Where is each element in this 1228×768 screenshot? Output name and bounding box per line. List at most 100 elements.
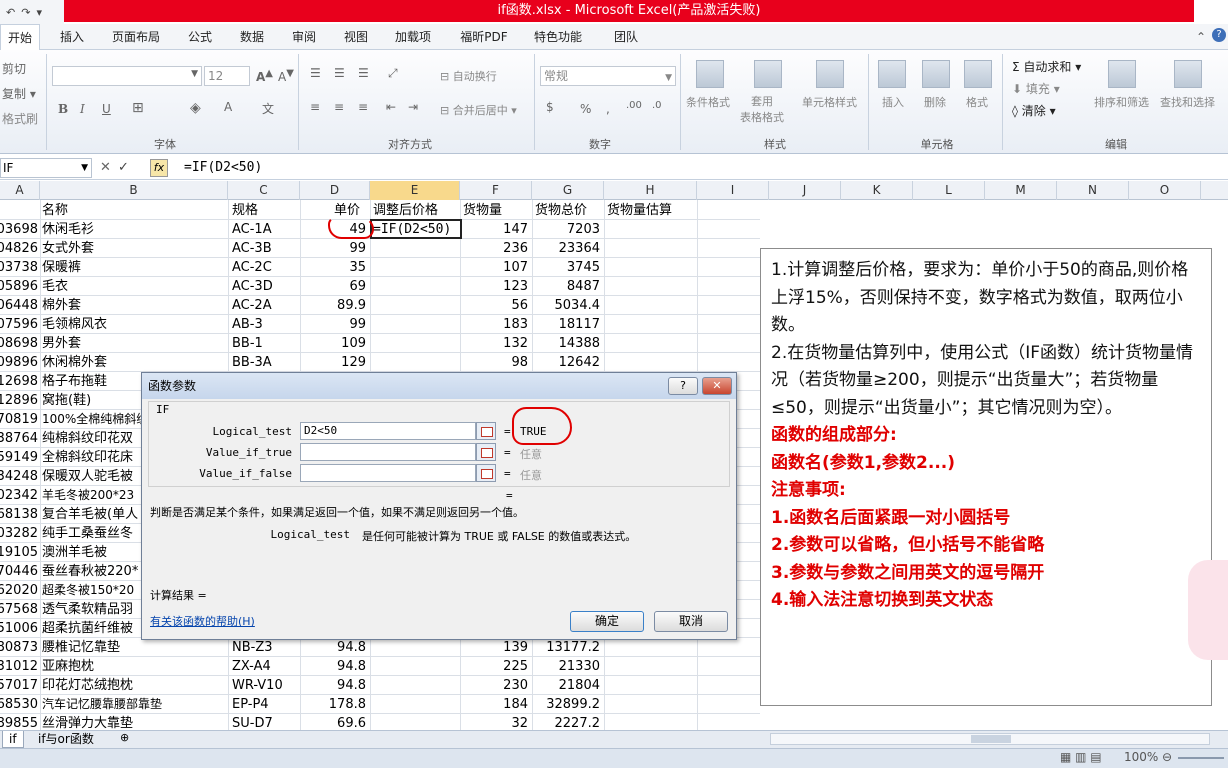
insert-cells-icon[interactable]	[878, 60, 906, 88]
find-select-button[interactable]: 查找和选择	[1160, 94, 1215, 110]
cell-styles-button[interactable]: 单元格样式	[802, 94, 857, 110]
bold-icon[interactable]: B	[58, 102, 68, 116]
column-header-h[interactable]: H	[604, 181, 697, 200]
cell-name[interactable]: 女式外套	[42, 239, 228, 258]
tab-addins[interactable]: 加载项	[388, 24, 438, 50]
column-header-l[interactable]: L	[913, 181, 985, 200]
cell-id[interactable]: 59149	[0, 448, 40, 467]
cell-adjusted-price[interactable]	[373, 334, 461, 353]
cell-name[interactable]: 汽车记忆腰靠腰部靠垫	[42, 695, 228, 714]
cell-quantity[interactable]: 132	[460, 334, 532, 353]
dialog-close-button[interactable]: ✕	[702, 377, 732, 395]
phonetic-icon[interactable]: 文	[262, 100, 274, 117]
table-format-icon[interactable]	[754, 60, 782, 88]
tab-view[interactable]: 视图	[336, 24, 376, 50]
cell-quantity[interactable]: 107	[460, 258, 532, 277]
cancel-button[interactable]: 取消	[654, 611, 728, 632]
cell-total-price[interactable]: 13177.2	[532, 638, 604, 657]
cell-total-price[interactable]: 3745	[532, 258, 604, 277]
cell-name[interactable]: 保暖裤	[42, 258, 228, 277]
format-cells-icon[interactable]	[964, 60, 992, 88]
scrollbar-thumb[interactable]	[971, 735, 1011, 743]
percent-icon[interactable]: %	[580, 102, 591, 116]
cell-quantity[interactable]: 98	[460, 353, 532, 372]
active-cell[interactable]	[370, 219, 462, 239]
column-header-b[interactable]: B	[40, 181, 228, 200]
header-adjusted-price[interactable]: 调整后价格	[373, 201, 438, 220]
insert-cells-button[interactable]: 插入	[882, 94, 904, 110]
sheet-tab-if-or[interactable]: if与or函数	[32, 731, 100, 748]
tab-home[interactable]: 开始	[0, 24, 40, 50]
cell-id[interactable]: 80873	[0, 638, 40, 657]
italic-icon[interactable]: I	[80, 102, 85, 116]
cell-id[interactable]: 31012	[0, 657, 40, 676]
cell-spec[interactable]: AC-2A	[232, 296, 300, 315]
qat-dropdown-icon[interactable]: ▾	[36, 6, 42, 19]
conditional-format-button[interactable]: 条件格式	[686, 94, 730, 110]
font-color-icon[interactable]: A	[224, 100, 232, 114]
cell-price[interactable]: 94.8	[300, 657, 370, 676]
wrap-text-button[interactable]: ⊟ 自动换行	[440, 68, 497, 84]
increase-indent-icon[interactable]: ⇥	[408, 100, 418, 114]
cell-spec[interactable]: AC-3D	[232, 277, 300, 296]
cell-total-price[interactable]: 7203	[532, 220, 604, 239]
cell-id[interactable]: 68530	[0, 695, 40, 714]
column-header-g[interactable]: G	[532, 181, 604, 200]
cell-id[interactable]: 70819	[0, 410, 40, 429]
cell-name[interactable]: 毛领棉风衣	[42, 315, 228, 334]
collapse-ribbon-icon[interactable]: ⌃	[1196, 30, 1206, 44]
increase-decimal-icon[interactable]: .00	[626, 100, 642, 111]
zoom-level[interactable]: 100%	[1124, 750, 1158, 764]
cell-spec[interactable]: AB-3	[232, 315, 300, 334]
column-header-c[interactable]: C	[228, 181, 300, 200]
shrink-font-icon[interactable]: A▼	[278, 68, 294, 84]
help-icon[interactable]: ?	[1212, 28, 1226, 42]
cell-id[interactable]: 67568	[0, 600, 40, 619]
cell-price[interactable]: 99	[300, 315, 370, 334]
table-format-button[interactable]: 套用 表格格式	[740, 94, 784, 126]
cell-id[interactable]: 03282	[0, 524, 40, 543]
cell-adjusted-price[interactable]	[373, 315, 461, 334]
tab-data[interactable]: 数据	[232, 24, 272, 50]
enter-icon[interactable]: ✓	[118, 160, 129, 175]
header-quantity[interactable]: 货物量	[463, 201, 502, 220]
cell-spec[interactable]: AC-3B	[232, 239, 300, 258]
collapse-dialog-icon[interactable]	[476, 464, 496, 482]
header-name[interactable]: 名称	[42, 201, 68, 220]
sort-filter-button[interactable]: 排序和筛选	[1094, 94, 1149, 110]
fill-button[interactable]: ⬇ 填充 ▾	[1012, 80, 1060, 97]
cell-id[interactable]: 07596	[0, 315, 40, 334]
find-select-icon[interactable]	[1174, 60, 1202, 88]
grow-font-icon[interactable]: A▲	[256, 68, 273, 84]
cell-total-price[interactable]: 21330	[532, 657, 604, 676]
cell-adjusted-price[interactable]	[373, 239, 461, 258]
cell-id[interactable]: 08698	[0, 334, 40, 353]
align-right-icon[interactable]: ≡	[358, 100, 368, 114]
format-painter-button[interactable]: 格式刷	[2, 110, 38, 127]
cell-spec[interactable]: EP-P4	[232, 695, 300, 714]
number-format-dropdown[interactable]: 常规 ▼	[540, 66, 676, 86]
cell-id[interactable]: 05896	[0, 277, 40, 296]
cell-price[interactable]: 109	[300, 334, 370, 353]
cell-name[interactable]: 休闲棉外套	[42, 353, 228, 372]
tab-features[interactable]: 特色功能	[528, 24, 588, 50]
conditional-format-icon[interactable]	[696, 60, 724, 88]
column-header-a[interactable]: A	[0, 181, 40, 200]
cell-total-price[interactable]: 8487	[532, 277, 604, 296]
currency-icon[interactable]: $	[546, 100, 554, 114]
align-center-icon[interactable]: ≡	[334, 100, 344, 114]
cell-id[interactable]: 62020	[0, 581, 40, 600]
header-total-price[interactable]: 货物总价	[535, 201, 587, 220]
copy-button[interactable]: 复制 ▾	[2, 85, 36, 102]
cell-quantity[interactable]: 147	[460, 220, 532, 239]
cell-total-price[interactable]: 21804	[532, 676, 604, 695]
cell-total-price[interactable]: 18117	[532, 315, 604, 334]
cell-total-price[interactable]: 12642	[532, 353, 604, 372]
cell-name[interactable]: 亚麻抱枕	[42, 657, 228, 676]
cell-name[interactable]: 男外套	[42, 334, 228, 353]
cell-quantity[interactable]: 56	[460, 296, 532, 315]
zoom-out-icon[interactable]: ⊖	[1162, 750, 1172, 764]
value-if-false-input[interactable]	[300, 464, 476, 482]
header-quantity-estimate[interactable]: 货物量估算	[607, 201, 672, 220]
cell-name[interactable]: 毛衣	[42, 277, 228, 296]
